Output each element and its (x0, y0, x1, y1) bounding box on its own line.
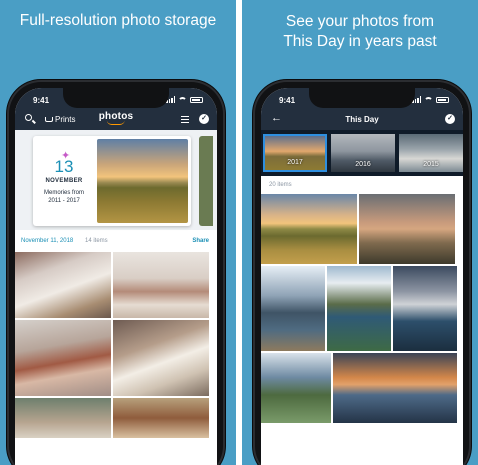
select-check-icon[interactable]: ✓ (199, 114, 209, 124)
photo-thumbnail[interactable] (261, 266, 325, 351)
photo-thumbnail[interactable] (15, 398, 111, 438)
right-caption-line1: See your photos from (285, 13, 435, 30)
right-promo-panel: See your photos from This Day in years p… (242, 0, 478, 465)
this-day-app-bar: ← This Day ✓ (261, 110, 463, 130)
photos-logo: photos (99, 111, 134, 125)
memory-line1: Memories from (43, 190, 84, 196)
photo-thumbnail[interactable] (15, 252, 111, 318)
year-tile-2015[interactable]: 2015 (399, 134, 463, 172)
page-title: This Day (345, 115, 379, 124)
search-icon[interactable] (25, 114, 32, 121)
prints-label: Prints (55, 115, 76, 124)
battery-icon (436, 96, 449, 103)
memory-card[interactable]: ✦ 13 NOVEMBER Memories from 2011 - 2017 (33, 136, 191, 226)
photo-thumbnail[interactable] (113, 252, 209, 318)
memory-line2: 2011 - 2017 (48, 198, 80, 204)
status-icons (412, 96, 449, 103)
year-selector: 2017 2016 2015 (261, 130, 463, 176)
status-time: 9:41 (279, 96, 296, 105)
year-label: 2016 (355, 161, 371, 168)
memories-carousel[interactable]: ✦ 13 NOVEMBER Memories from 2011 - 2017 (15, 130, 217, 230)
photo-thumbnail[interactable] (393, 266, 457, 351)
year-label: 2017 (287, 159, 303, 166)
photos-app-bar: Prints photos ✓ (15, 110, 217, 130)
cart-icon (45, 117, 53, 122)
notch (63, 88, 169, 108)
photo-thumbnail[interactable] (261, 194, 357, 264)
select-check-icon[interactable]: ✓ (445, 114, 455, 124)
year-label: 2015 (423, 161, 439, 168)
left-phone: 9:41 Prints photos ✓ ✦ 13 NOVEMBER Memor… (7, 80, 225, 465)
memory-day: 13 (54, 157, 74, 176)
battery-icon (190, 96, 203, 103)
photo-thumbnail[interactable] (113, 320, 209, 396)
year-tile-2016[interactable]: 2016 (331, 134, 395, 172)
photo-thumbnail[interactable] (333, 353, 457, 423)
prints-button[interactable]: Prints (45, 115, 75, 124)
logo-text: photos (98, 111, 134, 122)
right-caption: See your photos from This Day in years p… (242, 12, 478, 52)
photo-thumbnail[interactable] (359, 194, 455, 264)
wifi-icon (178, 96, 187, 103)
group-date: November 11, 2018 (21, 238, 74, 244)
memory-info: ✦ 13 NOVEMBER Memories from 2011 - 2017 (33, 136, 95, 226)
right-screen: 9:41 ← This Day ✓ 2017 2016 2015 20 item… (261, 88, 463, 465)
year-tile-2017[interactable]: 2017 (263, 134, 327, 172)
left-promo-panel: Full-resolution photo storage 9:41 Print… (0, 0, 236, 465)
group-item-count: 14 items (85, 238, 108, 244)
right-phone: 9:41 ← This Day ✓ 2017 2016 2015 20 item… (253, 80, 471, 465)
photo-thumbnail[interactable] (261, 353, 331, 423)
left-caption: Full-resolution photo storage (19, 12, 217, 29)
memory-card-next[interactable] (199, 136, 213, 226)
wifi-icon (424, 96, 433, 103)
status-time: 9:41 (33, 96, 50, 105)
items-count: 20 items (269, 182, 292, 188)
right-caption-line2: This Day in years past (283, 33, 437, 50)
share-button[interactable]: Share (192, 238, 209, 244)
photo-thumbnail[interactable] (327, 266, 391, 351)
memory-month: NOVEMBER (45, 178, 83, 184)
notch (309, 88, 415, 108)
date-group-header: November 11, 2018 14 items Share (15, 236, 217, 248)
left-screen: 9:41 Prints photos ✓ ✦ 13 NOVEMBER Memor… (15, 88, 217, 465)
memory-photo (97, 139, 188, 223)
filter-icon[interactable] (181, 115, 189, 123)
status-icons (166, 96, 203, 103)
photo-thumbnail[interactable] (15, 320, 111, 396)
photo-thumbnail[interactable] (113, 398, 209, 438)
